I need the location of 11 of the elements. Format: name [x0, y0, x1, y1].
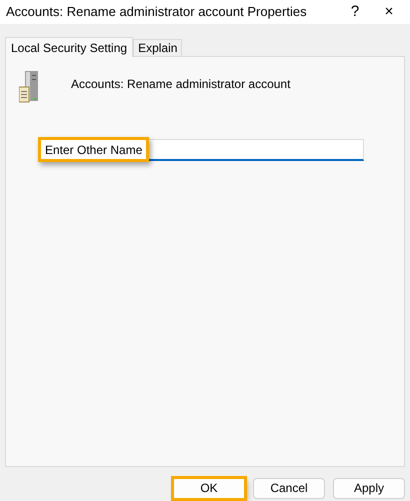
tab[interactable]: Explain: [133, 39, 182, 56]
server-policy-icon: [19, 71, 39, 103]
tab[interactable]: Local Security Setting: [5, 37, 134, 57]
cancel-button[interactable]: Cancel: [253, 478, 325, 499]
help-button[interactable]: ?: [338, 2, 372, 22]
window-title: Accounts: Rename administrator account Properties: [6, 3, 308, 22]
apply-button[interactable]: Apply: [333, 478, 405, 499]
name-input-field[interactable]: Enter Other Name: [40, 139, 364, 161]
policy-name: Accounts: Rename administrator account: [71, 76, 290, 93]
ok-button[interactable]: OK: [173, 478, 245, 499]
close-button[interactable]: ×: [372, 2, 406, 22]
